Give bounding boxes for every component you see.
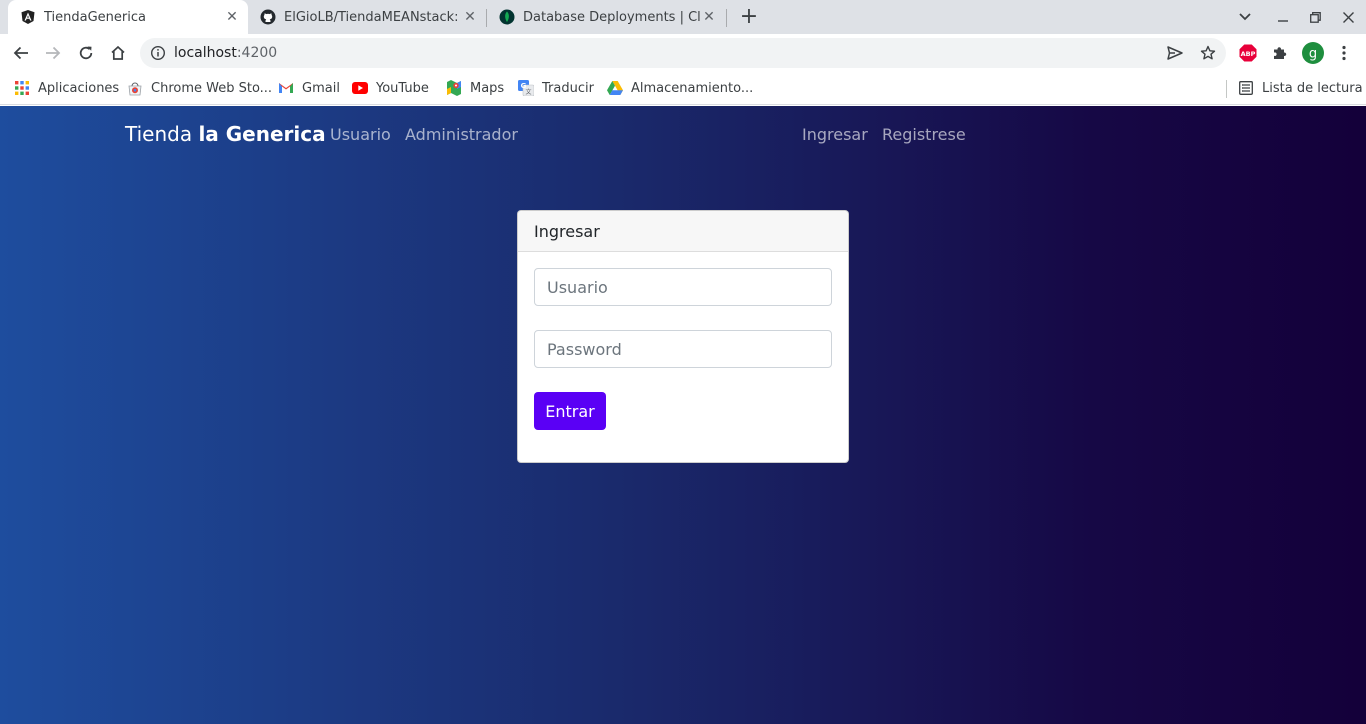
tab-mongodb[interactable]: Database Deployments | Clou ✕ (487, 0, 725, 34)
bookmark-aplicaciones[interactable]: Aplicaciones (14, 79, 119, 97)
translate-icon: G文 (518, 80, 534, 96)
tab-title: TiendaGenerica (44, 9, 146, 25)
login-card-header: Ingresar (518, 211, 848, 252)
tab-title: ElGioLB/TiendaMEANstack: ti (284, 9, 462, 25)
home-icon[interactable] (104, 39, 132, 67)
close-tab-icon[interactable]: ✕ (701, 9, 717, 25)
gmail-icon (278, 80, 294, 96)
new-tab-button[interactable]: + (737, 5, 761, 29)
browser-toolbar: localhost:4200 ABP g (0, 34, 1366, 72)
close-tab-icon[interactable]: ✕ (224, 9, 240, 25)
nav-link-usuario[interactable]: Usuario (330, 125, 391, 144)
chrome-menu-icon[interactable] (1334, 43, 1354, 63)
tab-github[interactable]: ElGioLB/TiendaMEANstack: ti ✕ (248, 0, 486, 34)
bookmark-label: YouTube (376, 80, 429, 96)
bookmark-traducir[interactable]: G文 Traducir (518, 79, 594, 97)
youtube-icon (352, 80, 368, 96)
extensions-puzzle-icon[interactable] (1270, 43, 1290, 63)
address-bar[interactable]: localhost:4200 (140, 38, 1226, 68)
bookmark-maps[interactable]: Maps (446, 79, 504, 97)
bookmark-label: Aplicaciones (38, 80, 120, 96)
reading-list-label: Lista de lectura (1262, 80, 1363, 96)
site-info-icon[interactable] (150, 45, 166, 61)
close-tab-icon[interactable]: ✕ (462, 9, 478, 25)
password-input[interactable] (534, 330, 832, 368)
bookmark-star-icon[interactable] (1197, 42, 1219, 64)
brand-prefix: Tienda (125, 122, 199, 146)
adblock-plus-icon[interactable]: ABP (1238, 43, 1258, 63)
tab-title: Database Deployments | Clou (523, 9, 701, 25)
apps-grid-icon (14, 80, 30, 96)
tab-search-chevron-icon[interactable] (1229, 0, 1261, 34)
chrome-webstore-icon (127, 80, 143, 96)
reload-icon[interactable] (72, 39, 100, 67)
restore-icon[interactable] (1299, 0, 1331, 34)
reading-list-icon (1238, 80, 1254, 96)
url-port: :4200 (236, 45, 278, 61)
url-text: localhost:4200 (174, 45, 277, 61)
username-input[interactable] (534, 268, 832, 306)
bookmarks-bar: Aplicaciones Chrome Web Sto... Gmail You… (0, 72, 1366, 105)
nav-link-administrador[interactable]: Administrador (405, 125, 518, 144)
reading-list-button[interactable]: Lista de lectura (1238, 79, 1363, 97)
bookmark-label: Traducir (542, 80, 594, 96)
drive-icon (607, 80, 623, 96)
send-to-device-icon[interactable] (1164, 42, 1186, 64)
bookmark-label: Chrome Web Sto... (151, 80, 273, 96)
adblock-text: ABP (1241, 50, 1256, 58)
brand-name: la Generica (198, 122, 326, 146)
mongodb-leaf-icon (499, 9, 515, 25)
tab-separator (726, 9, 727, 27)
bookmark-label: Maps (470, 80, 505, 96)
nav-link-ingresar[interactable]: Ingresar (802, 125, 868, 144)
page-content: Tienda la Generica Usuario Administrador… (0, 106, 1366, 724)
bookmark-gmail[interactable]: Gmail (278, 79, 340, 97)
github-icon (260, 9, 276, 25)
maps-icon (446, 80, 462, 96)
navbar-brand[interactable]: Tienda la Generica (125, 122, 326, 146)
back-icon[interactable] (7, 39, 35, 67)
bookmark-label: Almacenamiento... (631, 80, 754, 96)
bookmarks-divider (1226, 80, 1227, 98)
bookmark-chrome-web-store[interactable]: Chrome Web Sto... (127, 79, 272, 97)
bookmark-youtube[interactable]: YouTube (352, 79, 429, 97)
forward-icon[interactable] (39, 39, 67, 67)
login-submit-button[interactable]: Entrar (534, 392, 606, 430)
url-host: localhost (174, 45, 237, 61)
svg-text:文: 文 (525, 88, 531, 96)
close-window-icon[interactable] (1332, 0, 1364, 34)
minimize-icon[interactable] (1267, 0, 1299, 34)
bookmark-label: Gmail (302, 80, 340, 96)
tab-strip: TiendaGenerica ✕ ElGioLB/TiendaMEANstack… (0, 0, 1366, 34)
login-card: Ingresar Entrar (517, 210, 849, 463)
angular-icon (20, 9, 36, 25)
nav-link-registrese[interactable]: Registrese (882, 125, 966, 144)
profile-avatar[interactable]: g (1301, 41, 1325, 65)
profile-initial: g (1309, 47, 1317, 62)
tab-tiendagenerica[interactable]: TiendaGenerica ✕ (8, 0, 248, 34)
bookmark-almacenamiento[interactable]: Almacenamiento... (607, 79, 753, 97)
